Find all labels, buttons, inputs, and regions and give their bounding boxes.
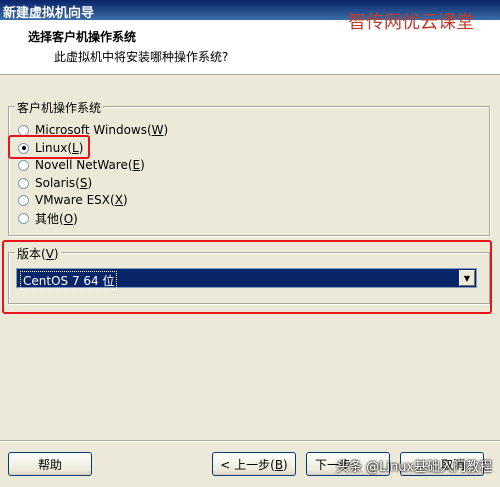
radio-netware[interactable]: Novell NetWare(E) [18, 157, 145, 173]
back-button[interactable]: < 上一步(B) [212, 452, 296, 476]
footer-separator [0, 440, 500, 442]
radio-label: VMware ESX(X) [35, 193, 128, 207]
radio-label: Novell NetWare(E) [35, 158, 145, 172]
watermark-top: 智传网优云课堂 [348, 12, 474, 33]
help-button[interactable]: 帮助 [8, 452, 92, 476]
radio-button[interactable] [18, 212, 29, 224]
radio-solaris[interactable]: Solaris(S) [18, 175, 92, 191]
radio-button[interactable] [18, 159, 29, 171]
help-label: 帮助 [37, 457, 62, 472]
highlight-linux [8, 135, 90, 159]
radio-vmware-esx[interactable]: VMware ESX(X) [18, 192, 128, 208]
radio-label: 其他(O) [35, 211, 78, 226]
radio-button[interactable] [18, 194, 29, 206]
radio-label: Solaris(S) [35, 176, 93, 190]
radio-other[interactable]: 其他(O) [18, 210, 78, 226]
back-label: < 上一步(B) [220, 457, 288, 472]
os-group-label: 客户机操作系统 [15, 99, 104, 116]
window-title: 新建虚拟机向导 [3, 6, 95, 21]
page-title: 选择客户机操作系统 [28, 30, 137, 44]
radio-button[interactable] [18, 177, 29, 189]
page-subtitle: 此虚拟机中将安装哪种操作系统? [54, 50, 229, 64]
highlight-version [2, 240, 492, 314]
watermark-bottom: 头条 @Linux基础入门教程 [336, 460, 493, 475]
radio-button[interactable] [18, 124, 29, 136]
